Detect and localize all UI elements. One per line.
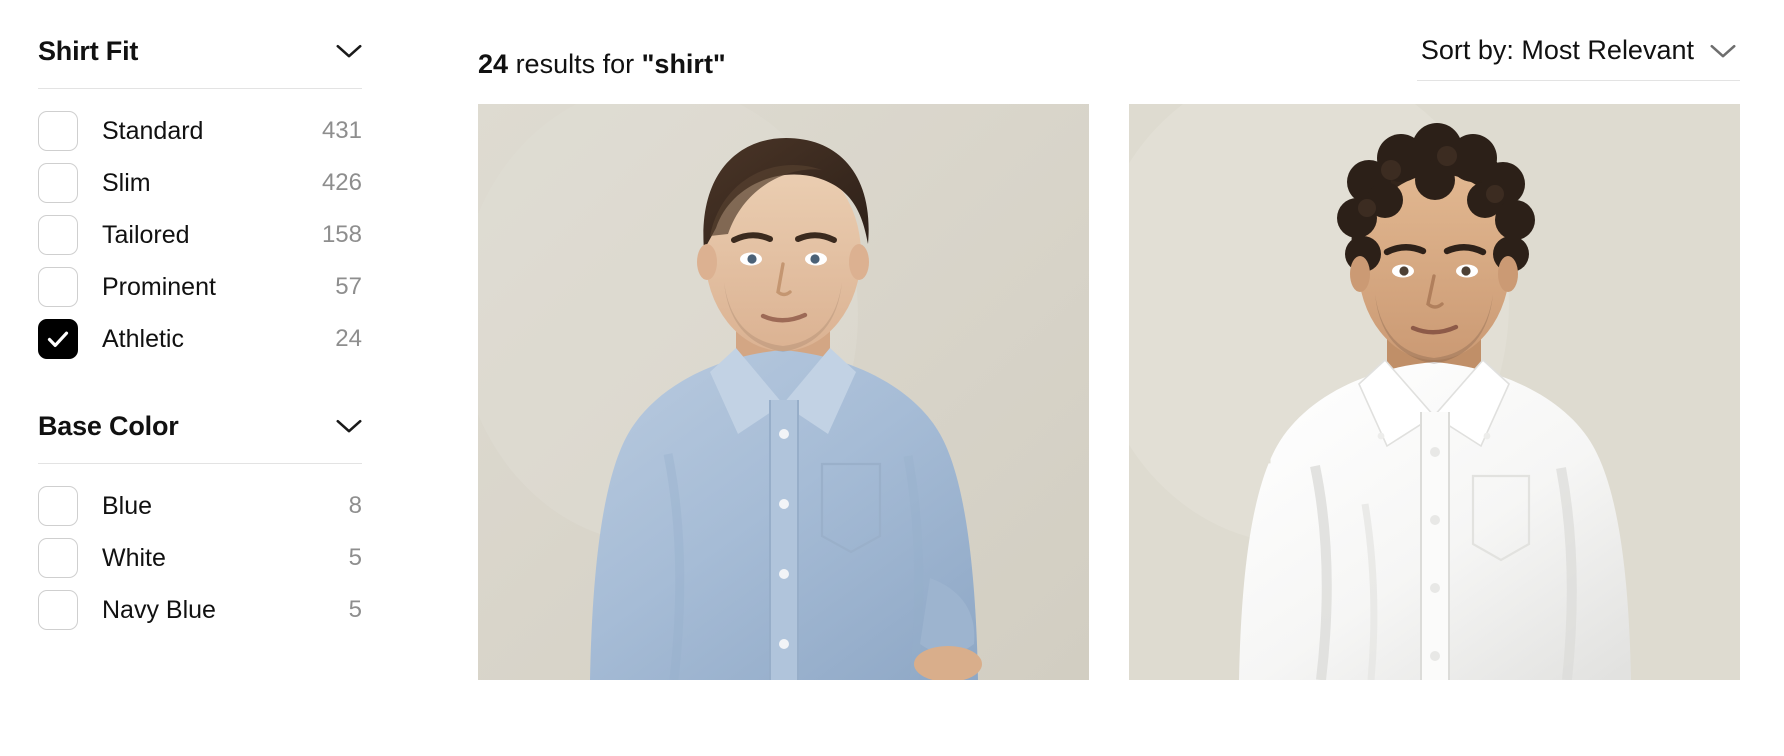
- facet-option-count: 8: [348, 492, 362, 519]
- facet-option-athletic[interactable]: Athletic 24: [38, 313, 362, 365]
- chevron-down-icon[interactable]: [336, 419, 362, 434]
- results-count: 24: [478, 48, 509, 79]
- results-summary-text: results for: [515, 48, 635, 79]
- results-query: "shirt": [641, 48, 726, 79]
- facet-group-base-color: Base Color Blue 8 White 5 Navy Blue 5: [38, 401, 362, 636]
- facet-option-tailored[interactable]: Tailored 158: [38, 209, 362, 261]
- sort-by-label: Sort by: Most Relevant: [1420, 35, 1694, 65]
- checkbox-navy-blue[interactable]: [38, 590, 78, 630]
- facet-option-prominent[interactable]: Prominent 57: [38, 261, 362, 313]
- sort-by-dropdown[interactable]: Sort by: Most Relevant: [1416, 35, 1740, 81]
- product-image-white-shirt[interactable]: [1129, 104, 1740, 680]
- facet-option-count: 431: [321, 117, 362, 144]
- product-grid: [478, 96, 1740, 680]
- facet-option-label: Slim: [102, 168, 151, 197]
- facet-option-count: 158: [321, 221, 362, 248]
- facet-group-shirt-fit: Shirt Fit Standard 431 Slim 426 Tailored…: [38, 26, 362, 365]
- facet-option-label: Athletic: [102, 324, 184, 353]
- checkbox-tailored[interactable]: [38, 215, 78, 255]
- check-icon: [47, 331, 69, 347]
- facet-option-count: 5: [348, 544, 362, 571]
- facet-option-white[interactable]: White 5: [38, 532, 362, 584]
- search-results-page: Shirt Fit Standard 431 Slim 426 Tailored…: [0, 0, 1784, 756]
- facet-option-label: White: [102, 543, 166, 572]
- facet-title: Shirt Fit: [38, 35, 139, 66]
- facet-header-shirt-fit[interactable]: Shirt Fit: [38, 26, 362, 76]
- facet-options-shirt-fit: Standard 431 Slim 426 Tailored 158 Promi…: [38, 89, 362, 365]
- checkbox-blue[interactable]: [38, 486, 78, 526]
- product-card[interactable]: [1129, 104, 1740, 680]
- facet-option-blue[interactable]: Blue 8: [38, 480, 362, 532]
- checkbox-slim[interactable]: [38, 163, 78, 203]
- facet-option-count: 5: [348, 596, 362, 623]
- facet-options-base-color: Blue 8 White 5 Navy Blue 5: [38, 464, 362, 636]
- facet-option-count: 57: [335, 273, 362, 300]
- facet-option-navy-blue[interactable]: Navy Blue 5: [38, 584, 362, 636]
- checkbox-standard[interactable]: [38, 111, 78, 151]
- chevron-down-icon[interactable]: [336, 44, 362, 59]
- filter-sidebar: Shirt Fit Standard 431 Slim 426 Tailored…: [0, 0, 400, 756]
- facet-option-count: 426: [321, 169, 362, 196]
- facet-option-label: Navy Blue: [102, 595, 216, 624]
- checkbox-athletic[interactable]: [38, 319, 78, 359]
- checkbox-prominent[interactable]: [38, 267, 78, 307]
- product-image-blue-shirt[interactable]: [478, 104, 1089, 680]
- product-card[interactable]: [478, 104, 1089, 680]
- checkbox-white[interactable]: [38, 538, 78, 578]
- results-summary: 24 results for "shirt": [478, 19, 726, 78]
- results-toolbar: 24 results for "shirt" Sort by: Most Rel…: [478, 0, 1740, 96]
- facet-option-label: Standard: [102, 116, 204, 145]
- facet-option-standard[interactable]: Standard 431: [38, 105, 362, 157]
- facet-option-label: Prominent: [102, 272, 216, 301]
- facet-title: Base Color: [38, 410, 179, 441]
- facet-option-label: Tailored: [102, 220, 190, 249]
- sort-control-wrapper: Sort by: Most Relevant: [1416, 15, 1740, 81]
- facet-option-count: 24: [335, 325, 362, 352]
- chevron-down-icon: [1710, 44, 1736, 58]
- facet-header-base-color[interactable]: Base Color: [38, 401, 362, 451]
- facet-option-slim[interactable]: Slim 426: [38, 157, 362, 209]
- facet-option-label: Blue: [102, 491, 153, 520]
- results-area: 24 results for "shirt" Sort by: Most Rel…: [420, 0, 1784, 756]
